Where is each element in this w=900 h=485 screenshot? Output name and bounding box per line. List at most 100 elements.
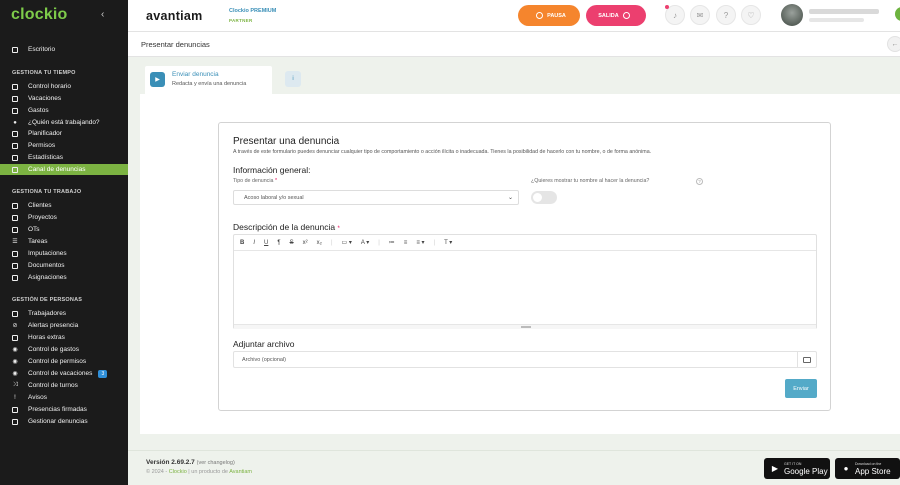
sidebar-item-label: Proyectos [28,214,57,221]
clockio-logo[interactable]: clockio [11,6,68,24]
sidebar-item-ots[interactable]: OTs [0,224,128,235]
sidebar-item-asignaciones[interactable]: Asignaciones [0,272,128,283]
vacation-count-badge: 3 [98,369,108,378]
subscript-button[interactable]: x₂ [317,240,322,246]
sidebar-item-vacaciones[interactable]: Vacaciones [0,93,128,104]
paragraph-button[interactable]: ¶ [277,240,280,246]
sidebar-item-horas-extras[interactable]: Horas extras [0,332,128,343]
sidebar-item-canal-denuncias[interactable]: Canal de denuncias [0,164,128,175]
top-header: avantiam Clockio PREMIUM PARTNER PAUSA S… [128,0,900,32]
partner-badge: Clockio PREMIUM PARTNER [229,7,276,25]
google-play-badge[interactable]: ▶ GET IT ON Google Play [764,458,830,479]
salida-label: SALIDA [598,12,619,19]
heart-icon[interactable]: ♡ [741,5,761,25]
assign-icon [12,274,18,281]
back-arrow-icon[interactable]: ← [887,36,900,52]
show-name-toggle[interactable] [531,191,557,204]
sidebar-item-avisos[interactable]: ! Avisos [0,392,128,403]
copyright-mid: | un producto de [188,469,228,475]
sidebar-item-alertas-presencia[interactable]: ⊘ Alertas presencia [0,320,128,331]
report-type-value: Acoso laboral y/o sexual [244,194,304,201]
align-dropdown[interactable]: ≡ ▾ [416,239,424,246]
sidebar-item-label: Control de vacaciones [28,370,93,377]
form-description: A través de este formulario puedes denun… [233,149,652,155]
italic-button[interactable]: I [253,240,255,246]
sidebar-item-imputaciones[interactable]: Imputaciones [0,248,128,259]
salida-button[interactable]: SALIDA [586,5,646,26]
shuffle-icon: ⤨ [12,382,18,388]
people-icon: ● [13,119,17,126]
sidebar-item-control-horario[interactable]: Control horario [0,81,128,92]
clock-icon [12,83,18,90]
calendar-icon [12,95,18,102]
sidebar-item-label: Control de turnos [28,382,78,389]
sidebar-item-control-gastos[interactable]: ◉ Control de gastos [0,344,128,355]
status-indicator[interactable] [895,7,900,21]
grip-icon [521,326,531,328]
sidebar-item-trabajadores[interactable]: Trabajadores [0,308,128,319]
sidebar-item-planificador[interactable]: Planificador [0,128,128,139]
sidebar-section-personas: GESTIÓN DE PERSONAS [12,297,83,303]
help-icon[interactable]: ? [716,5,736,25]
app-store-badge[interactable]: ● Download on the App Store [835,458,900,479]
sidebar-item-proyectos[interactable]: Proyectos [0,212,128,223]
sidebar-item-quien-trabaja[interactable]: ● ¿Quién está trabajando? [0,117,128,128]
bullet-list-button[interactable]: ≔ [389,239,395,246]
sidebar-item-control-turnos[interactable]: ⤨ Control de turnos [0,380,128,391]
sidebar-item-tareas[interactable]: ☰ Tareas [0,236,128,247]
bold-button[interactable]: B [240,240,244,246]
stats-icon [12,154,18,161]
toggle-knob [533,193,542,202]
form-title: Presentar una denuncia [233,136,340,147]
avantiam-link[interactable]: Avantiam [229,469,252,475]
type-label: Tipo de denuncia * [233,178,277,184]
apple-icon: ● [843,464,849,473]
avantiam-logo[interactable]: avantiam [146,9,203,23]
sidebar-item-documentos[interactable]: Documentos [0,260,128,271]
sidebar-item-presencias-firmadas[interactable]: Presencias firmadas [0,404,128,415]
sidebar-item-label: Imputaciones [28,250,67,257]
google-play-icon: ▶ [771,464,779,473]
strikethrough-button[interactable]: S [290,240,294,246]
text-size-dropdown[interactable]: T ▾ [444,239,452,246]
changelog-link[interactable]: (ver changelog) [197,460,235,466]
avatar[interactable] [781,4,803,26]
sidebar-item-estadisticas[interactable]: Estadísticas [0,152,128,163]
browse-file-button[interactable] [797,352,816,367]
chevron-left-icon[interactable]: ‹ [101,9,104,20]
attach-file-input[interactable]: Archivo (opcional) [233,351,817,368]
info-icon[interactable]: i [285,71,301,87]
sidebar-item-permisos[interactable]: Permisos [0,140,128,151]
pausa-label: PAUSA [547,12,566,19]
report-type-select[interactable]: Acoso laboral y/o sexual ⌄ [233,190,519,205]
user-name[interactable] [809,9,879,14]
pausa-button[interactable]: PAUSA [518,5,580,26]
sidebar-item-escritorio[interactable]: Escritorio [0,44,128,55]
sidebar-item-clientes[interactable]: Clientes [0,200,128,211]
sidebar-item-control-permisos[interactable]: ◉ Control de permisos [0,356,128,367]
footer: Versión 2.69.2.7 (ver changelog) © 2024 … [128,450,900,485]
block-style-dropdown[interactable]: ▭ ▾ [342,239,352,246]
submit-button[interactable]: Enviar [785,379,817,398]
numbered-list-button[interactable]: ≡ [404,240,408,246]
sidebar-item-gestionar-denuncias[interactable]: Gestionar denuncias [0,416,128,427]
sidebar-item-label: Tareas [28,238,48,245]
font-color-dropdown[interactable]: A ▾ [361,239,369,246]
clockio-link[interactable]: Clockio [169,469,187,475]
sidebar-item-gastos[interactable]: Gastos [0,105,128,116]
general-info-heading: Información general: [233,165,311,175]
copyright-prefix: © 2024 - [146,469,168,475]
description-editor[interactable]: B I U ¶ S x² x₂ | ▭ ▾ A ▾ | ≔ ≡ ≡ ▾ | T … [233,234,817,329]
question-icon[interactable]: ? [696,178,703,185]
sidebar-item-control-vacaciones[interactable]: ◉ Control de vacaciones 3 [0,368,128,379]
mail-icon[interactable]: ✉ [690,5,710,25]
required-mark: * [337,226,340,232]
description-heading-text: Descripción de la denuncia [233,222,336,232]
page-title: Presentar denuncias [141,40,210,49]
workers-icon [12,310,18,317]
underline-button[interactable]: U [264,240,268,246]
editor-resize-handle[interactable] [234,324,816,329]
tab-enviar-denuncia[interactable]: ▶ Enviar denuncia Redacta y envía una de… [145,66,272,94]
superscript-button[interactable]: x² [303,240,308,246]
sidebar-item-label: Gastos [28,107,49,114]
